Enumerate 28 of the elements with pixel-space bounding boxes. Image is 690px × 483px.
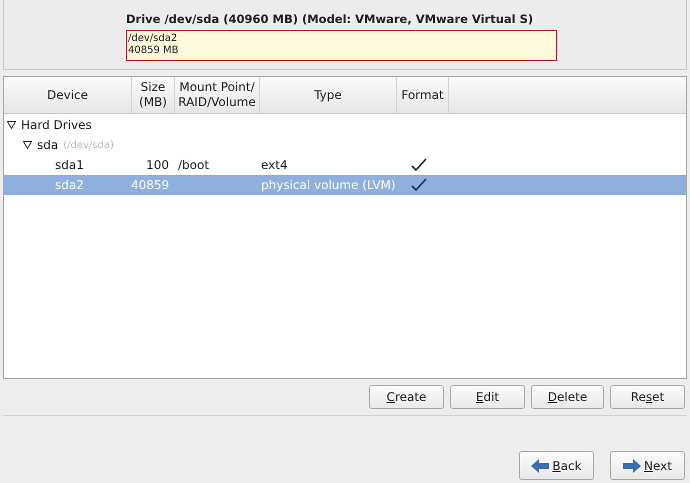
table-cell-text: physical volume (LVM) <box>260 178 393 192</box>
table-cell-text: sda1 <box>54 158 85 172</box>
table-cell: /boot <box>178 158 210 172</box>
expander-icon[interactable] <box>7 121 16 129</box>
table-cell-text: ext4 <box>260 158 289 172</box>
back-arrow-icon <box>531 458 550 472</box>
drive-title: Drive /dev/sda (40960 MB) (Model: VMware, VMware Virtual S) <box>126 12 534 26</box>
partition-row[interactable]: sda1 100 /boot ext4 <box>4 155 686 175</box>
column-header[interactable]: Device <box>4 77 132 113</box>
action-button[interactable]: Reset <box>610 385 685 409</box>
table-cell-text: 40859 <box>131 178 170 192</box>
next-button[interactable]: Next <box>610 451 685 480</box>
device-path: (/dev/sda) <box>63 140 114 150</box>
next-arrow-icon <box>623 458 642 472</box>
column-header[interactable]: Mount Point/ RAID/Volume <box>175 77 260 113</box>
partition-bar[interactable]: /dev/sda2 40859 MB <box>126 30 557 61</box>
table-cell-text: 100 <box>145 158 170 172</box>
action-button[interactable]: Delete <box>531 385 604 409</box>
column-header[interactable]: Format <box>397 77 449 113</box>
action-button[interactable]: Create <box>369 385 444 409</box>
action-button[interactable]: Edit <box>450 385 525 409</box>
column-header[interactable]: Type <box>260 77 397 113</box>
tree-label[interactable]: sda <box>37 138 58 152</box>
column-header[interactable]: Size (MB) <box>132 77 175 113</box>
back-button[interactable]: Back <box>519 451 594 480</box>
tree-label[interactable]: Hard Drives <box>21 118 92 132</box>
table-cell-text: sda2 <box>54 178 85 192</box>
expander-icon[interactable] <box>23 141 32 149</box>
